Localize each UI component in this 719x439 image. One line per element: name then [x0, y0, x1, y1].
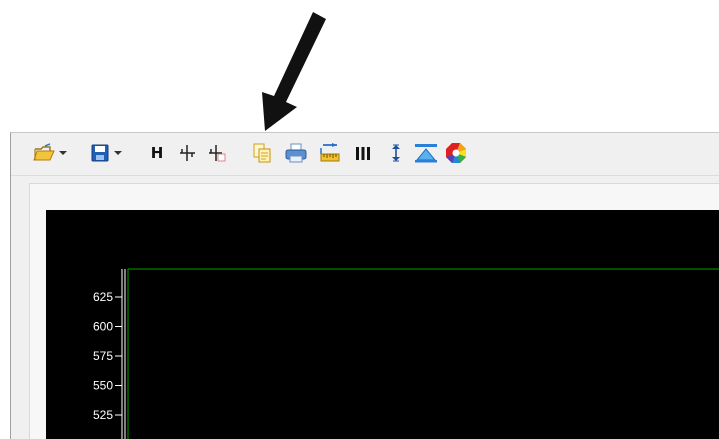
- print-button[interactable]: [284, 141, 308, 165]
- save-button[interactable]: [89, 141, 111, 165]
- open-dropdown-button[interactable]: [57, 141, 69, 165]
- bars-button[interactable]: [352, 141, 374, 165]
- plot-area: 625 600 575 550 525: [46, 210, 719, 439]
- dropdown-arrow-icon: [59, 151, 67, 155]
- h-marker-button[interactable]: H: [148, 141, 166, 165]
- chart-panel: 625 600 575 550 525: [29, 183, 719, 439]
- cursor-cross-alt-button[interactable]: [206, 141, 228, 165]
- annotation-arrow-icon: [262, 12, 326, 131]
- bars-icon: [356, 147, 370, 160]
- copy-icon: [253, 143, 271, 163]
- y-tick-label: 600: [93, 320, 113, 334]
- y-tick-label: 625: [93, 290, 113, 304]
- triangle-scale-button[interactable]: [413, 141, 439, 165]
- screenshot-stage: H 625 600 575 550 525: [0, 0, 719, 439]
- save-disk-icon: [91, 144, 109, 162]
- y-tick-label: 550: [93, 379, 113, 393]
- save-dropdown-button[interactable]: [112, 141, 124, 165]
- y-tick-label: 525: [93, 408, 113, 422]
- open-folder-icon: [33, 143, 55, 161]
- h-marker-icon: H: [150, 144, 164, 162]
- toolbar: H: [11, 133, 719, 175]
- open-folder-button[interactable]: [33, 141, 55, 165]
- cursor-cross-button[interactable]: [177, 141, 199, 165]
- vertical-resize-icon: [392, 144, 400, 162]
- y-tick-label: 575: [93, 349, 113, 363]
- vertical-resize-button[interactable]: [386, 141, 406, 165]
- chart-canvas: 625 600 575 550 525: [93, 268, 719, 439]
- toolbar-separator: [11, 175, 719, 176]
- app-window: H 625 600 575 550 525: [10, 132, 719, 439]
- color-wheel-icon: [446, 143, 466, 163]
- copy-button[interactable]: [251, 141, 273, 165]
- cursor-cross-icon: [180, 145, 195, 161]
- ruler-button[interactable]: [318, 141, 342, 165]
- ruler-icon: [320, 143, 340, 162]
- dropdown-arrow-icon: [114, 151, 122, 155]
- print-icon: [285, 143, 307, 163]
- triangle-scale-icon: [415, 144, 437, 163]
- color-palette-button[interactable]: [443, 141, 469, 165]
- cursor-cross-alt-icon: [209, 145, 226, 162]
